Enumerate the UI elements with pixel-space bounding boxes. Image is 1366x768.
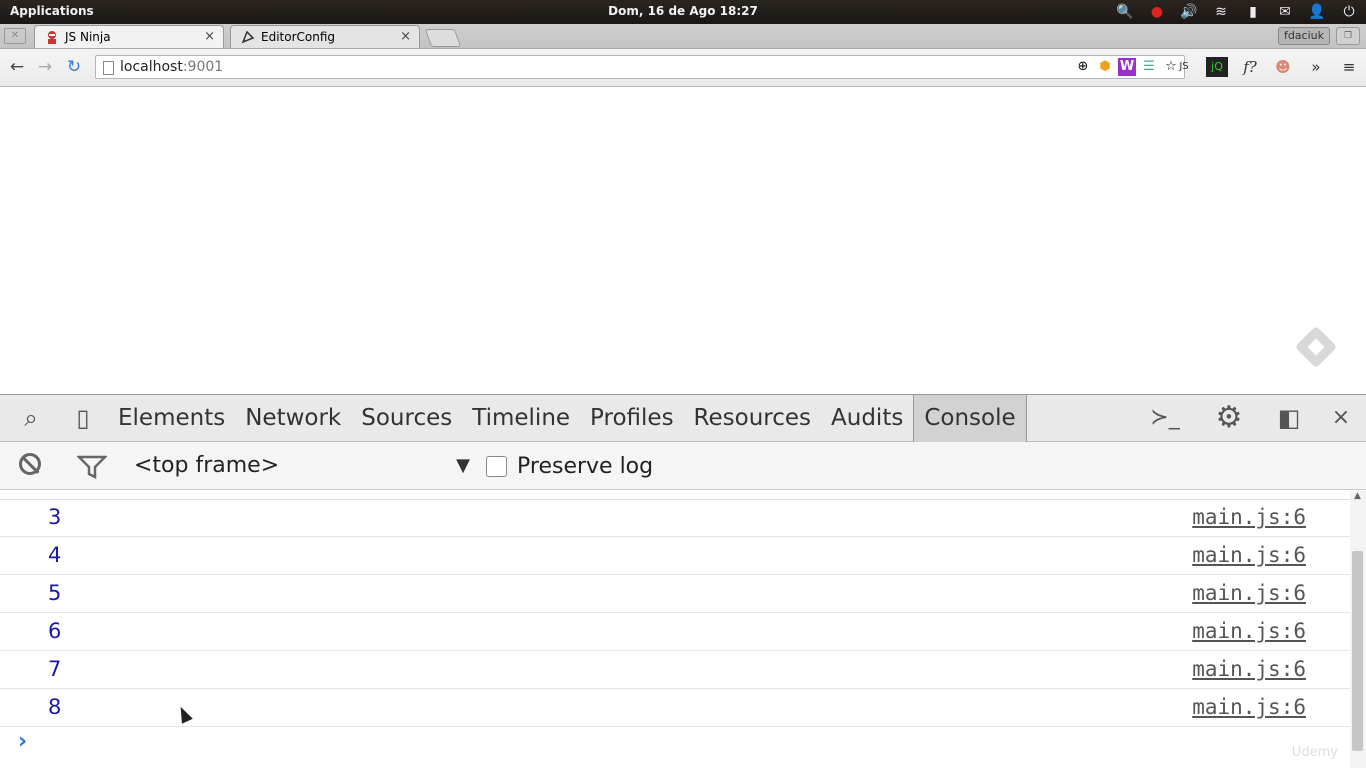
tab-js-ninja[interactable]: JS Ninja × [34,25,224,48]
more-extensions-icon[interactable]: » [1305,57,1327,77]
address-bar[interactable]: localhost:9001 ⊕ ⬢ W ☰ ☆ [95,55,1185,79]
forward-button[interactable]: → [35,57,55,77]
scrollbar-thumb[interactable] [1352,551,1363,751]
console-drawer-icon[interactable]: ≻_ [1150,403,1180,433]
applications-menu[interactable]: Applications [10,4,94,18]
tab-profiles[interactable]: Profiles [580,395,684,442]
source-link[interactable]: main.js:6 [1192,695,1306,719]
console-value: 5 [48,581,62,605]
power-icon[interactable]: ⏻ [1340,3,1358,21]
tab-title: EditorConfig [261,30,336,44]
preserve-log-label: Preserve log [517,453,654,479]
tab-close-icon[interactable]: × [204,26,215,48]
udemy-watermark: Udemy [1291,745,1338,760]
profile-button[interactable]: fdaciuk [1277,27,1330,45]
tab-timeline[interactable]: Timeline [462,395,580,442]
source-link[interactable]: main.js:6 [1192,543,1306,567]
devtools-toolbar: ⌕ ▯ Elements Network Sources Timeline Pr… [0,394,1366,442]
console-row: 3 main.js:6 [0,499,1350,537]
function-extension-icon[interactable]: f? [1239,57,1261,77]
tab-sources[interactable]: Sources [351,395,462,442]
dropdown-arrow-icon: ▼ [456,455,470,476]
window-restore-icon[interactable]: ❐ [1336,27,1360,45]
preserve-log-checkbox[interactable] [486,455,507,477]
tab-resources[interactable]: Resources [684,395,821,442]
ninja-favicon-icon [48,31,56,44]
source-link[interactable]: main.js:6 [1192,619,1306,643]
battery-icon[interactable]: ▮ [1244,3,1262,21]
back-button[interactable]: ← [7,57,27,77]
console-scrollbar[interactable]: ▲ [1350,491,1366,768]
jq-extension-icon[interactable]: jQ [1206,57,1228,77]
browser-tab-strip: ✕ JS Ninja × EditorConfig × fdaciuk ❐ [0,24,1366,49]
menu-icon[interactable]: ≡ [1338,57,1360,77]
console-prompt-icon[interactable]: › [18,729,27,754]
tab-title: JS Ninja [65,30,111,44]
user-icon[interactable]: 👤 [1308,3,1326,21]
list-extension-icon[interactable]: ☰ [1140,58,1158,76]
system-tray: 🔍 ● 🔊 ≋ ▮ ✉ 👤 ⏻ [1116,3,1358,21]
settings-gear-icon[interactable]: ⚙ [1214,403,1244,433]
extension-icons: JS jQ f? ☻ » ≡ [1173,57,1360,77]
console-row: 8 main.js:6 [0,689,1350,727]
page-viewport [0,87,1366,394]
clear-console-icon[interactable] [19,453,41,475]
wifi-icon[interactable]: ≋ [1212,3,1230,21]
console-value: 7 [48,657,62,681]
dock-side-icon[interactable]: ◧ [1274,403,1304,433]
frame-select-value: <top frame> [134,453,280,478]
tab-elements[interactable]: Elements [108,395,235,442]
editorconfig-favicon-icon [241,30,255,44]
tab-editorconfig[interactable]: EditorConfig × [230,25,420,48]
console-value: 3 [48,505,62,529]
browser-toolbar: ← → ↻ localhost:9001 ⊕ ⬢ W ☰ ☆ JS jQ f? … [0,49,1366,87]
console-value: 8 [48,695,62,719]
tab-close-icon[interactable]: × [400,26,411,48]
search-icon[interactable]: 🔍 [1116,3,1134,21]
console-value: 4 [48,543,62,567]
page-icon [103,61,114,75]
tab-network[interactable]: Network [235,395,351,442]
console-messages: 3 main.js:6 4 main.js:6 5 main.js:6 6 ma… [0,491,1350,768]
source-link[interactable]: main.js:6 [1192,657,1306,681]
source-link[interactable]: main.js:6 [1192,505,1306,529]
system-top-bar: Applications Dom, 16 de Ago 18:27 🔍 ● 🔊 … [0,0,1366,24]
cube-extension-icon[interactable]: ⬢ [1096,58,1114,76]
console-row: 7 main.js:6 [0,651,1350,689]
preserve-log-option[interactable]: Preserve log [486,451,653,481]
zoom-icon[interactable]: ⊕ [1074,58,1092,76]
window-close-icon[interactable]: ✕ [4,28,26,44]
volume-icon[interactable]: 🔊 [1180,3,1198,21]
face-extension-icon[interactable]: ☻ [1272,57,1294,77]
reload-button[interactable]: ↻ [64,57,84,77]
console-toolbar: <top frame> ▼ Preserve log [0,442,1366,490]
recording-indicator-icon[interactable]: ● [1148,3,1166,21]
inspect-search-icon[interactable]: ⌕ [16,403,46,433]
devtools-tabs: Elements Network Sources Timeline Profil… [108,395,1027,442]
filter-icon[interactable] [77,454,107,480]
frame-select[interactable]: <top frame> ▼ [134,451,470,481]
devtools-close-icon[interactable]: × [1326,403,1356,433]
console-row: 5 main.js:6 [0,575,1350,613]
tab-console[interactable]: Console [913,395,1027,442]
scroll-up-icon[interactable]: ▲ [1354,491,1361,501]
js-extension-icon[interactable]: JS [1173,57,1195,77]
source-link[interactable]: main.js:6 [1192,581,1306,605]
omnibox-icons: ⊕ ⬢ W ☰ ☆ [1074,58,1180,76]
mail-icon[interactable]: ✉ [1276,3,1294,21]
w-extension-icon[interactable]: W [1118,58,1136,76]
console-value: 6 [48,619,62,643]
url-text[interactable]: localhost:9001 [120,59,223,75]
new-tab-button[interactable] [424,29,462,47]
console-row: 4 main.js:6 [0,537,1350,575]
devtools-panel: ⌕ ▯ Elements Network Sources Timeline Pr… [0,394,1366,768]
console-row: 6 main.js:6 [0,613,1350,651]
tab-audits[interactable]: Audits [821,395,913,442]
device-mode-icon[interactable]: ▯ [68,403,98,433]
